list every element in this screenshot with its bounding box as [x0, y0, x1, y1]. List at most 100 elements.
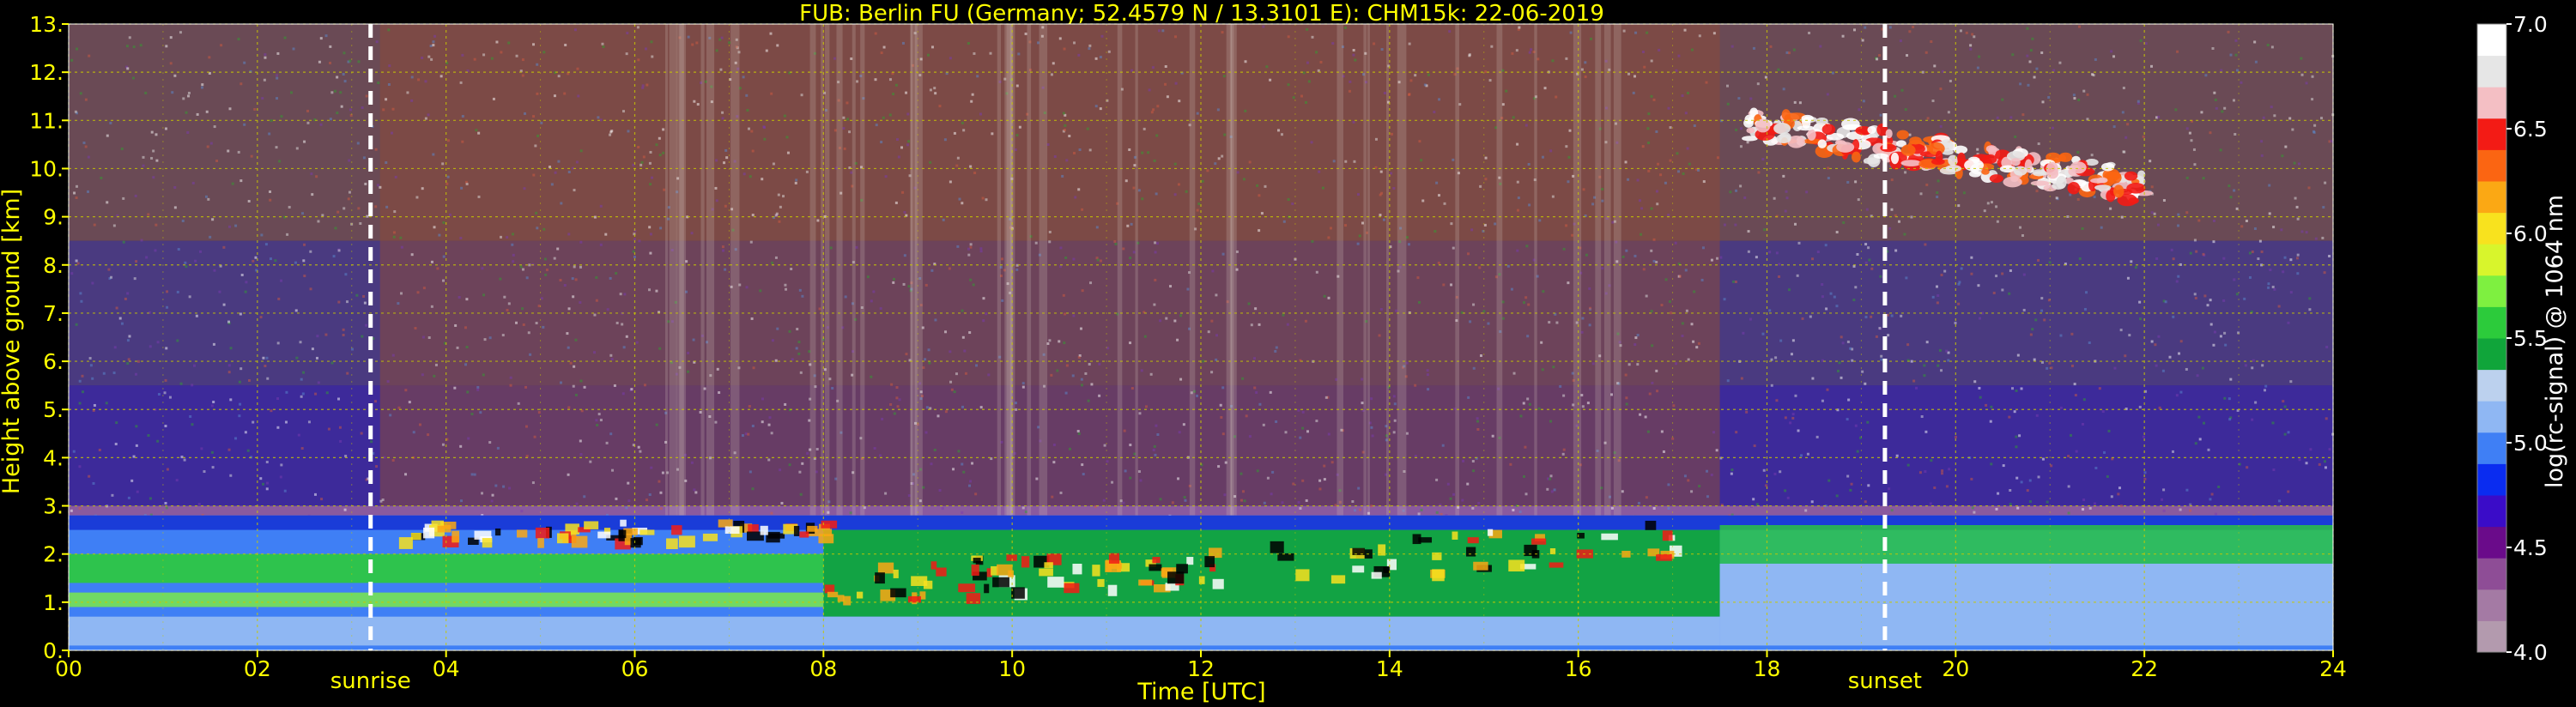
noise-speck: [2028, 60, 2032, 63]
noise-speck: [276, 341, 280, 345]
noise-speck: [1221, 432, 1225, 436]
noise-speck: [599, 243, 603, 246]
noise-speck: [2018, 434, 2021, 438]
noise-speck: [430, 260, 433, 263]
noise-speck: [262, 356, 265, 360]
noise-speck: [1058, 37, 1062, 40]
noise-speck: [1260, 212, 1264, 215]
noise-speck: [1943, 269, 1947, 273]
noise-speck: [445, 182, 449, 185]
noise-speck: [191, 384, 194, 387]
noise-speck: [2251, 418, 2254, 421]
noise-speck: [1716, 257, 1719, 260]
noise-speck: [492, 97, 495, 100]
noise-speck: [349, 113, 353, 117]
noise-speck: [229, 347, 233, 350]
noise-speck: [1236, 171, 1240, 174]
noise-speck: [70, 58, 74, 62]
aerosol-patch: [1383, 566, 1389, 573]
noise-speck: [1870, 267, 1874, 270]
noise-speck: [1550, 490, 1554, 493]
noise-speck: [1879, 113, 1882, 117]
noise-speck: [2308, 308, 2312, 311]
noise-speck: [2300, 230, 2304, 233]
noise-speck: [2009, 116, 2013, 119]
noise-speck: [1725, 84, 1729, 88]
noise-speck: [154, 249, 157, 252]
noise-speck: [1017, 52, 1021, 56]
noise-speck: [1762, 468, 1766, 472]
noise-speck: [1215, 358, 1218, 361]
noise-speck: [1221, 252, 1225, 256]
noise-speck: [797, 352, 801, 355]
noise-speck: [2281, 154, 2284, 158]
noise-speck: [901, 190, 905, 194]
noise-speck: [1323, 294, 1326, 298]
noise-speck: [1099, 56, 1102, 59]
noise-speck: [1658, 48, 1661, 51]
noise-speck: [1072, 314, 1076, 317]
noise-speck: [424, 80, 427, 83]
noise-speck: [511, 233, 514, 236]
noise-speck: [442, 255, 445, 258]
noise-speck: [1712, 431, 1716, 434]
aerosol-patch: [1167, 571, 1185, 584]
noise-speck: [2282, 400, 2285, 403]
noise-speck: [1791, 339, 1795, 342]
noise-speck: [870, 299, 873, 303]
noise-speck: [894, 201, 898, 204]
noise-speck: [633, 238, 636, 241]
noise-speck: [1081, 289, 1084, 293]
noise-speck: [1864, 382, 1867, 385]
noise-speck: [2267, 286, 2270, 289]
noise-speck: [961, 121, 964, 124]
noise-speck: [985, 198, 988, 202]
noise-speck: [1770, 358, 1773, 361]
noise-speck: [1164, 65, 1167, 69]
noise-speck: [1652, 506, 1656, 510]
noise-speck: [767, 458, 771, 462]
noise-speck: [467, 437, 470, 440]
noise-speck: [1636, 334, 1640, 337]
noise-speck: [382, 108, 385, 112]
noise-speck: [464, 326, 467, 329]
noise-speck: [2272, 226, 2276, 229]
noise-speck: [1103, 444, 1106, 447]
noise-speck: [790, 267, 793, 270]
noise-speck: [147, 434, 150, 438]
noise-speck: [1849, 347, 1852, 350]
noise-speck: [1677, 170, 1681, 173]
noise-speck: [1949, 79, 1952, 82]
aerosol-patch: [597, 531, 611, 539]
chart-title: FUB: Berlin FU (Germany; 52.4579 N / 13.…: [799, 1, 1604, 27]
noise-speck: [1130, 222, 1133, 226]
noise-speck: [975, 364, 979, 367]
noise-speck: [963, 349, 967, 353]
aerosol-patch: [890, 588, 906, 598]
noise-speck: [1643, 65, 1646, 69]
noise-speck: [648, 226, 652, 229]
noise-speck: [1506, 264, 1510, 268]
noise-speck: [1223, 133, 1227, 136]
noise-speck: [2240, 225, 2244, 228]
aerosol-patch: [1092, 565, 1100, 577]
noise-speck: [1174, 82, 1178, 85]
noise-speck: [349, 108, 352, 112]
noise-speck: [385, 205, 389, 208]
noise-speck: [263, 78, 266, 82]
noise-speck: [301, 392, 305, 396]
noise-speck: [1647, 169, 1651, 172]
noise-speck: [1122, 247, 1125, 251]
colorbar-segment: [2477, 495, 2506, 528]
noise-speck: [393, 210, 397, 214]
noise-speck: [1166, 95, 1169, 99]
noise-speck: [1467, 396, 1470, 399]
noise-speck: [890, 383, 894, 386]
noise-speck: [2322, 206, 2325, 209]
noise-speck: [1939, 88, 1943, 91]
noise-speck: [2212, 219, 2215, 222]
noise-speck: [206, 145, 209, 148]
noise-speck: [1747, 250, 1750, 253]
noise-speck: [1806, 452, 1809, 456]
noise-speck: [1065, 159, 1069, 162]
